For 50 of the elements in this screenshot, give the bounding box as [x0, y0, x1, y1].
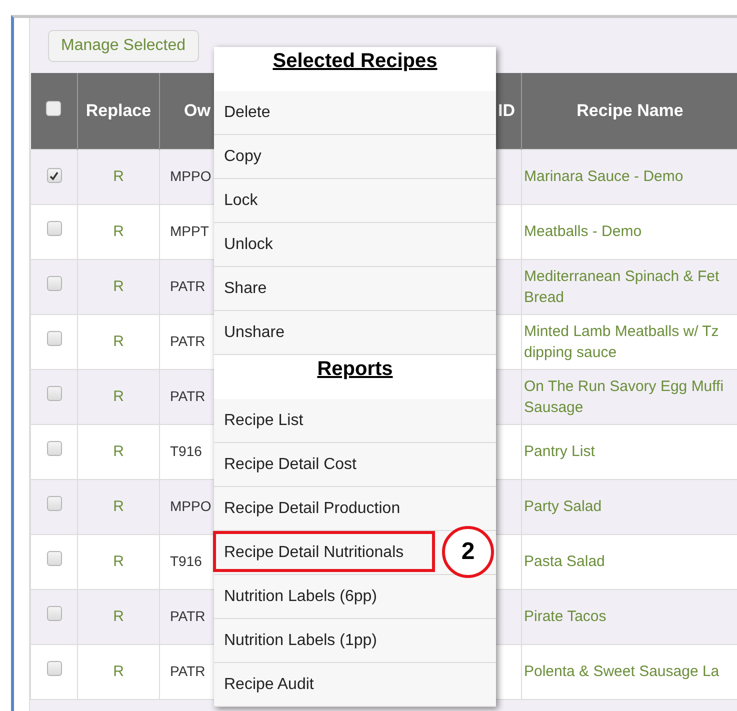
owner-cell: T916 [170, 442, 202, 458]
menu-item[interactable]: Unlock [214, 223, 496, 267]
menu-item[interactable]: Share [214, 267, 496, 311]
replace-link[interactable]: R [113, 498, 124, 514]
owner-cell: MPPO [170, 168, 212, 184]
column-header[interactable]: ID [498, 101, 515, 120]
checkbox[interactable] [46, 550, 62, 566]
menu-section-title: Selected Recipes [272, 49, 438, 74]
menu-item[interactable]: Recipe Audit [214, 663, 496, 707]
replace-link[interactable]: R [113, 168, 124, 184]
menu-item[interactable]: Recipe Detail Cost [214, 443, 496, 487]
menu-item[interactable]: Nutrition Labels (6pp) [214, 575, 496, 619]
replace-link[interactable]: R [113, 332, 124, 350]
checkbox[interactable] [46, 386, 62, 400]
owner-cell: T916 [170, 552, 202, 568]
checkbox[interactable] [46, 606, 62, 620]
owner-cell: MPPO [170, 498, 212, 514]
checkbox[interactable] [46, 101, 62, 116]
checkbox[interactable] [46, 440, 62, 456]
replace-link[interactable]: R [113, 662, 124, 680]
manage-selected-button[interactable]: Manage Selected [48, 30, 199, 62]
callout-badge: 2 [442, 526, 494, 578]
checkbox[interactable] [46, 660, 62, 676]
menu-item[interactable]: Nutrition Labels (1pp) [214, 619, 496, 663]
menu-item[interactable]: Recipe List [214, 399, 496, 443]
owner-cell: PATR [170, 278, 206, 294]
checkbox[interactable] [46, 330, 62, 346]
menu-item[interactable]: Copy [214, 135, 496, 179]
owner-cell: MPPT [170, 222, 209, 238]
owner-cell: PATR [170, 388, 206, 404]
menu-item[interactable]: Lock [214, 179, 496, 223]
replace-link[interactable]: R [113, 552, 124, 570]
owner-cell: PATR [170, 332, 206, 348]
column-header[interactable]: Ow [184, 101, 210, 120]
replace-link[interactable]: R [113, 222, 124, 240]
replace-link[interactable]: R [113, 442, 124, 460]
checkbox[interactable] [46, 168, 62, 183]
column-header[interactable]: Replace [86, 101, 152, 120]
checkbox[interactable] [46, 496, 62, 510]
owner-cell: PATR [170, 608, 206, 624]
replace-link[interactable]: R [113, 388, 124, 404]
replace-link[interactable]: R [113, 608, 124, 624]
owner-cell: PATR [170, 662, 206, 678]
column-header[interactable]: Recipe Name [576, 101, 684, 120]
menu-item[interactable]: Delete [214, 91, 496, 135]
checkbox[interactable] [46, 220, 62, 236]
menu-item[interactable]: Recipe Detail Nutritionals 2 [214, 531, 496, 575]
replace-link[interactable]: R [113, 278, 124, 294]
checkbox[interactable] [46, 276, 62, 290]
menu-section-title: Reports [317, 357, 393, 382]
